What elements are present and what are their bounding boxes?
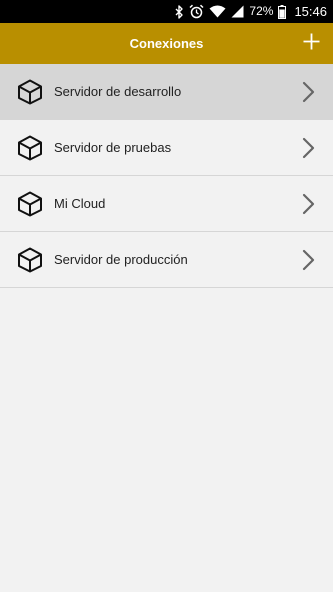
connection-label: Mi Cloud	[54, 196, 106, 211]
chevron-right-icon	[302, 193, 316, 215]
plus-icon	[303, 33, 320, 55]
cube-icon	[17, 191, 43, 217]
app-bar: Conexiones	[0, 23, 333, 64]
connection-label: Servidor de producción	[54, 252, 188, 267]
alarm-icon	[189, 4, 204, 19]
cube-icon	[17, 247, 43, 273]
chevron-right-icon	[302, 81, 316, 103]
wifi-icon	[209, 5, 226, 18]
connection-label: Servidor de pruebas	[54, 140, 172, 155]
add-connection-button[interactable]	[289, 23, 333, 64]
list-item[interactable]: Servidor de pruebas	[0, 120, 333, 176]
connections-list: Servidor de desarrollo Servidor de prueba…	[0, 64, 333, 288]
chevron-right-icon	[302, 137, 316, 159]
connection-label: Servidor de desarrollo	[54, 84, 182, 99]
battery-icon	[278, 4, 287, 19]
status-time: 15:46	[294, 4, 327, 19]
page-title: Conexiones	[129, 36, 204, 51]
cube-icon	[17, 135, 43, 161]
list-item[interactable]: Servidor de producción	[0, 232, 333, 288]
status-icons: 72% 15:46	[175, 0, 327, 23]
chevron-right-icon	[302, 249, 316, 271]
list-item[interactable]: Mi Cloud	[0, 176, 333, 232]
signal-icon	[231, 5, 244, 18]
cube-icon	[17, 79, 43, 105]
list-item[interactable]: Servidor de desarrollo	[0, 64, 333, 120]
status-bar: 72% 15:46	[0, 0, 333, 23]
bluetooth-icon	[175, 4, 184, 19]
battery-percent: 72%	[249, 4, 274, 18]
